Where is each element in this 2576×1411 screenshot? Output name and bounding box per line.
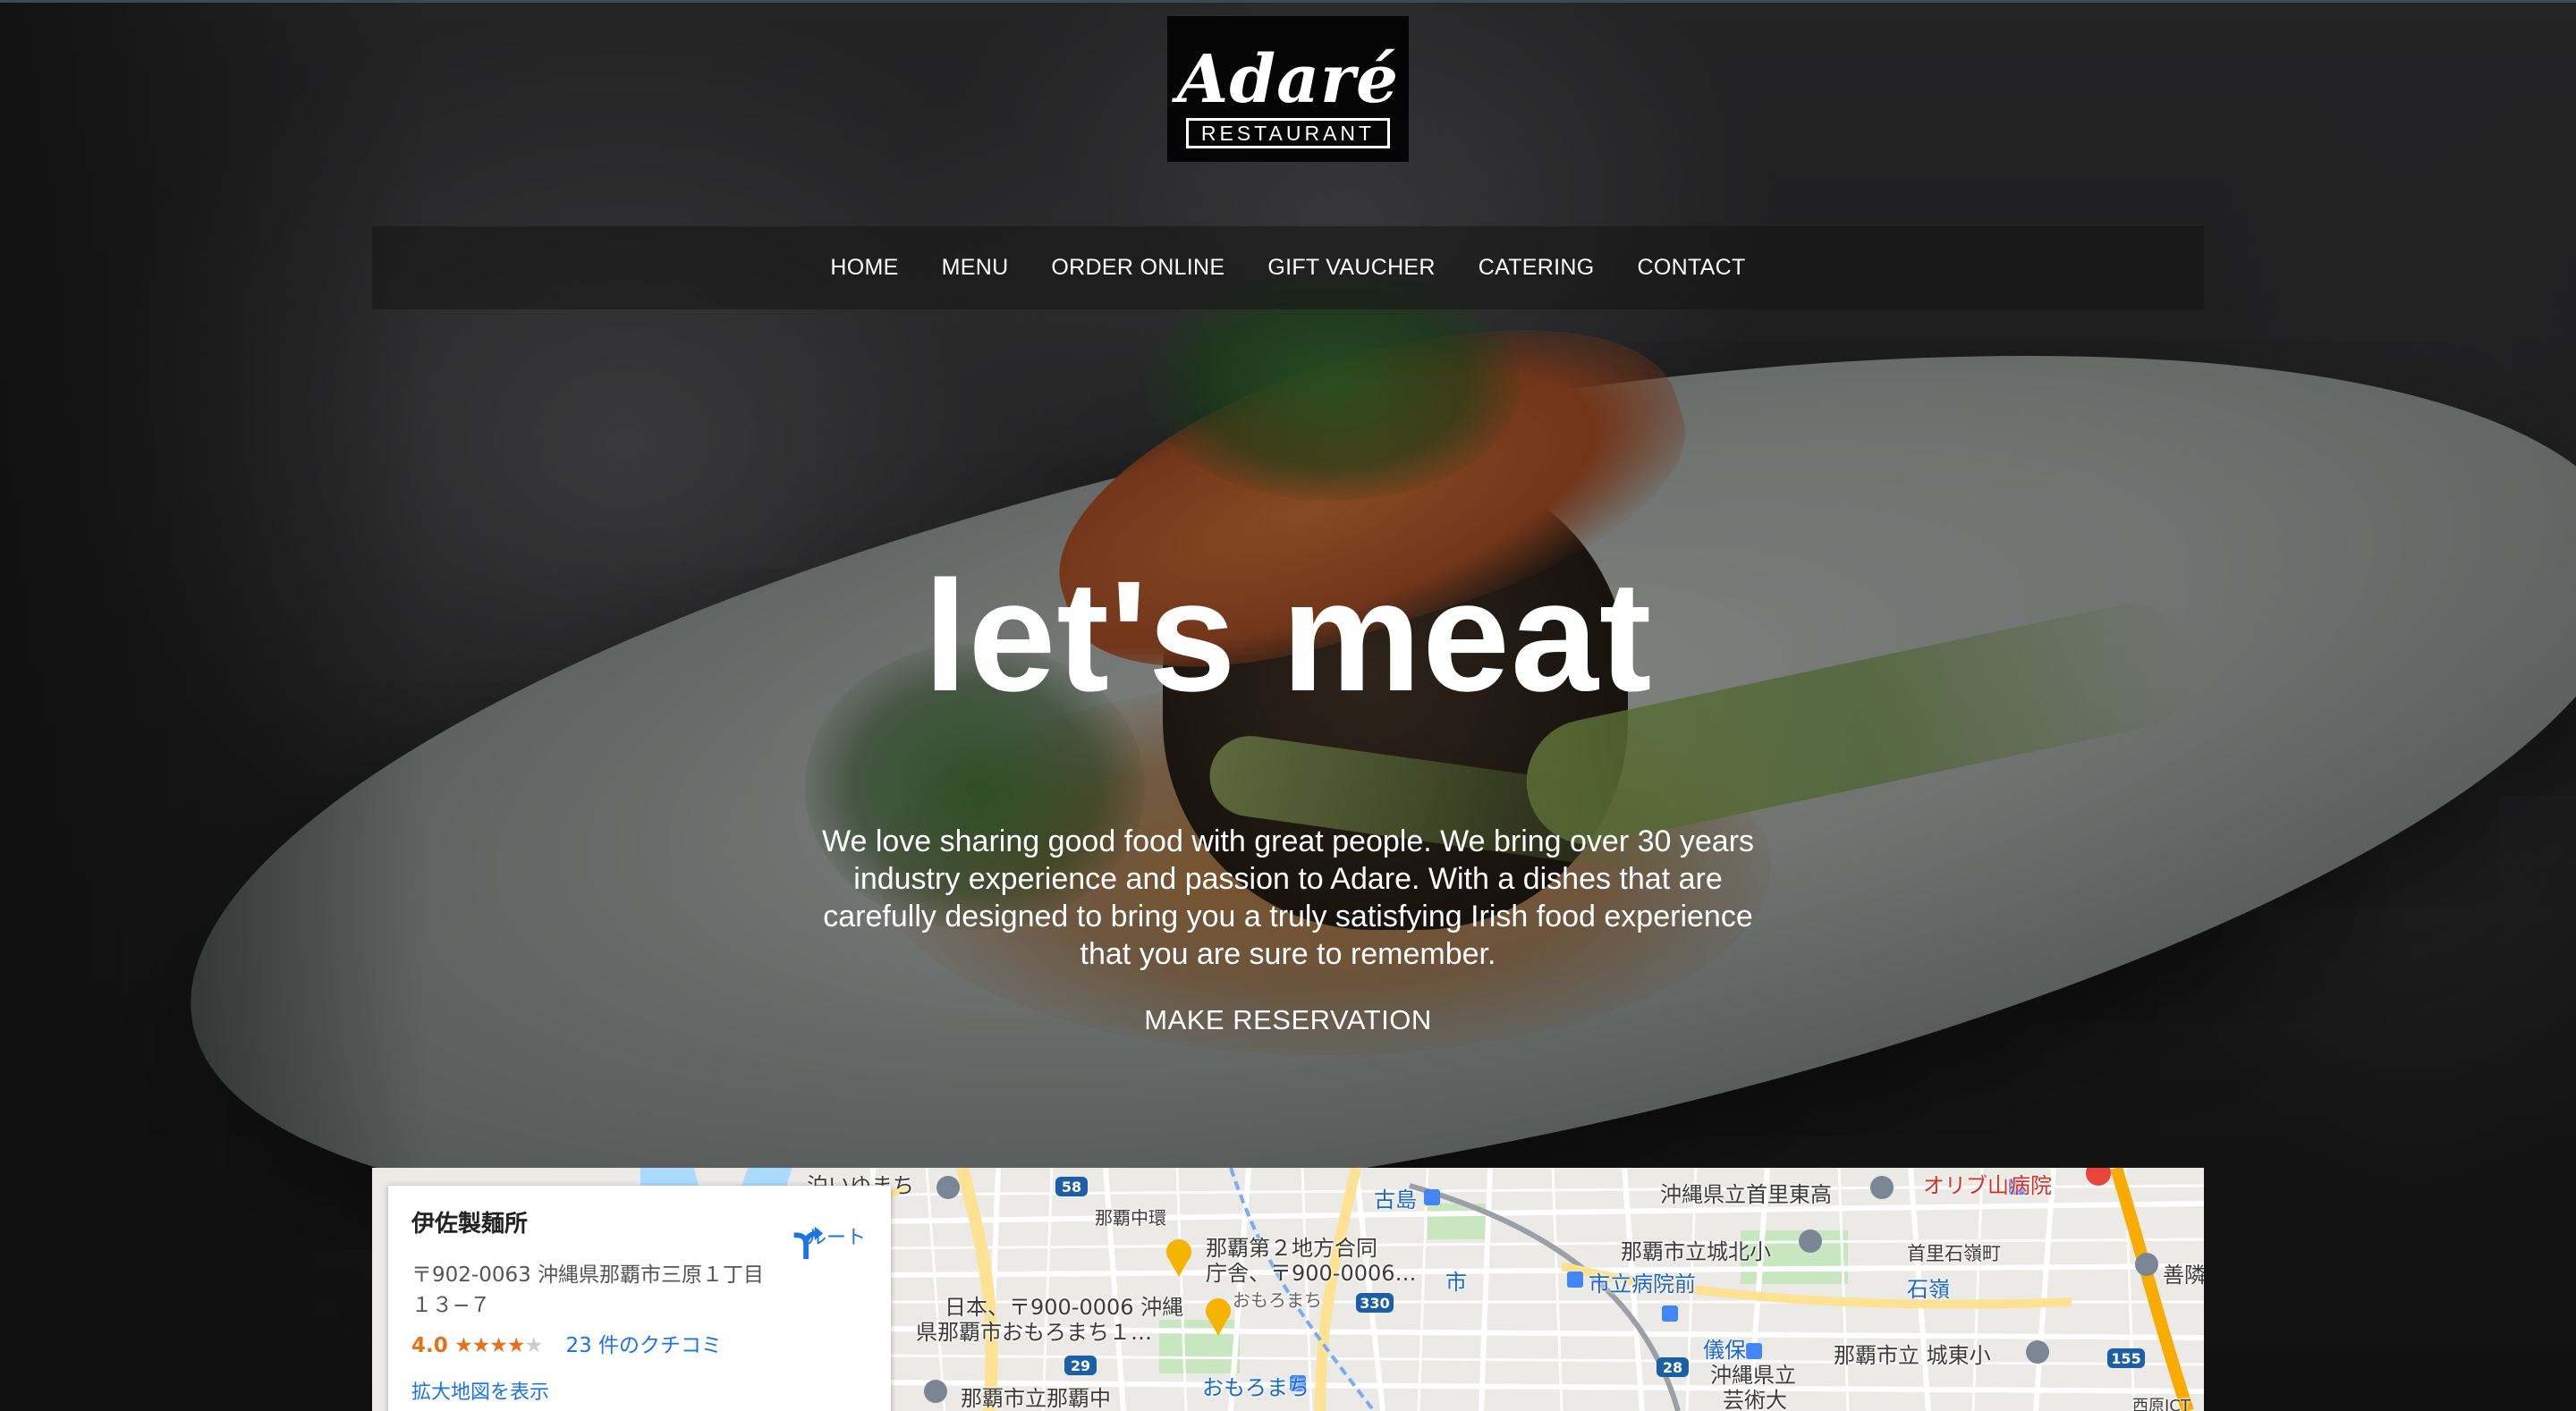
map-label: おもろまち bbox=[1233, 1289, 1322, 1311]
map-label: 首里石嶺町 bbox=[1907, 1243, 2001, 1264]
svg-text:58: 58 bbox=[1062, 1179, 1081, 1196]
directions-icon bbox=[793, 1226, 824, 1260]
map-label: 那覇中環 bbox=[1095, 1207, 1166, 1229]
logo-subtitle: RESTAURANT bbox=[1185, 118, 1391, 148]
enlarge-map-link[interactable]: 拡大地図を表示 bbox=[411, 1376, 868, 1405]
map-label: 那覇市立那覇中 bbox=[961, 1386, 1111, 1411]
map-label-station: 市立病院前 bbox=[1589, 1272, 1696, 1297]
map-label: オリブ山病院 bbox=[1923, 1173, 2052, 1198]
nav-order-online[interactable]: ORDER ONLINE bbox=[1051, 255, 1224, 281]
svg-text:28: 28 bbox=[1663, 1359, 1682, 1376]
directions-button[interactable]: ルート bbox=[787, 1221, 886, 1260]
nav-menu[interactable]: MENU bbox=[942, 255, 1009, 281]
map-label: 善隣 bbox=[2163, 1263, 2204, 1288]
rating-value: 4.0 bbox=[411, 1334, 448, 1357]
nav-contact[interactable]: CONTACT bbox=[1638, 255, 1746, 281]
map-label: 県那覇市おもろまち１… bbox=[916, 1320, 1152, 1345]
svg-text:29: 29 bbox=[1071, 1357, 1090, 1374]
logo[interactable]: Adaré RESTAURANT bbox=[1167, 16, 1409, 162]
svg-text:330: 330 bbox=[1360, 1295, 1389, 1312]
nav-catering[interactable]: CATERING bbox=[1479, 255, 1595, 281]
svg-text:155: 155 bbox=[2111, 1350, 2140, 1367]
map-label: 那覇市立 城東小 bbox=[1834, 1343, 1991, 1368]
place-rating: 4.0 ★★★★★ 23 件のクチコミ bbox=[411, 1328, 868, 1358]
hero-description: We love sharing good food with great peo… bbox=[821, 824, 1755, 971]
map-label: 那覇市立城北小 bbox=[1621, 1239, 1771, 1264]
map-place-card: 伊佐製麺所 〒902-0063 沖縄県那覇市三原１丁目１３−７ 4.0 ★★★★… bbox=[388, 1186, 891, 1411]
map-label: 西原JCT bbox=[2132, 1397, 2190, 1411]
make-reservation-link[interactable]: MAKE RESERVATION bbox=[0, 1004, 2576, 1036]
hero-title: let's meat bbox=[923, 549, 1653, 724]
map-label: 沖縄県立首里東高 bbox=[1660, 1182, 1832, 1207]
main-nav: HOME MENU ORDER ONLINE GIFT VAUCHER CATE… bbox=[372, 226, 2204, 309]
map-label-station: 古島 bbox=[1374, 1187, 1417, 1212]
map-label: 芸術大 bbox=[1723, 1388, 1787, 1411]
nav-gift-voucher[interactable]: GIFT VAUCHER bbox=[1267, 255, 1435, 281]
nav-home[interactable]: HOME bbox=[830, 255, 898, 281]
top-border bbox=[0, 0, 2576, 3]
map-label: 市 bbox=[1445, 1270, 1467, 1295]
map-label-station: 石嶺 bbox=[1907, 1277, 1950, 1302]
map-label: 庁舎、〒900-0006… bbox=[1206, 1261, 1417, 1286]
rating-stars-icon: ★★★★ bbox=[454, 1334, 525, 1357]
place-address: 〒902-0063 沖縄県那覇市三原１丁目１３−７ bbox=[411, 1263, 765, 1317]
embedded-map[interactable]: 58 330 29 28 155 泊いゆまち 那覇中環 bbox=[372, 1168, 2204, 1411]
reviews-link[interactable]: 23 件のクチコミ bbox=[565, 1334, 722, 1357]
logo-wordmark: Adaré bbox=[1176, 41, 1400, 118]
map-label-station: おもろまち bbox=[1202, 1375, 1309, 1400]
rating-star-empty-icon: ★ bbox=[524, 1334, 544, 1357]
